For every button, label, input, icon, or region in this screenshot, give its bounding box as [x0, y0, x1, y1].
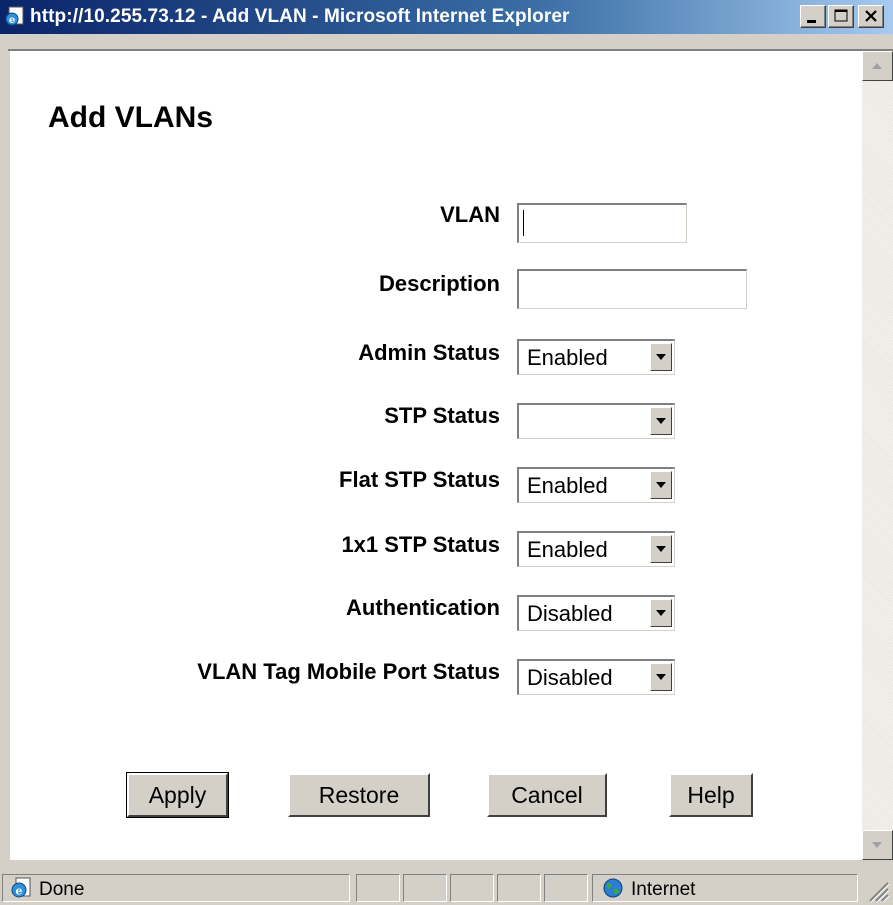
flat-stp-status-value: Enabled: [527, 473, 608, 498]
dropdown-arrow-icon[interactable]: [650, 343, 672, 371]
flat-stp-status-label: Flat STP Status: [339, 467, 500, 492]
resize-grip-icon[interactable]: [866, 879, 890, 905]
cancel-button[interactable]: Cancel: [487, 773, 607, 817]
authentication-select[interactable]: Disabled: [517, 595, 675, 631]
scroll-down-arrow-icon: [872, 842, 882, 848]
close-button[interactable]: [858, 5, 884, 28]
dropdown-arrow-icon[interactable]: [650, 471, 672, 499]
description-label: Description: [378, 271, 500, 296]
svg-text:e: e: [9, 15, 15, 26]
one-x-one-stp-status-select[interactable]: Enabled: [517, 531, 675, 567]
status-text: Done: [39, 879, 85, 900]
browser-window: e http://10.255.73.12 - Add VLAN - Micro…: [0, 0, 893, 905]
help-button[interactable]: Help: [669, 773, 753, 817]
title-bar[interactable]: e http://10.255.73.12 - Add VLAN - Micro…: [0, 0, 893, 34]
status-bar: e Done Internet: [0, 871, 893, 905]
window-title: http://10.255.73.12 - Add VLAN - Microso…: [30, 6, 570, 27]
dropdown-arrow-icon[interactable]: [650, 535, 672, 563]
security-zone-pane: Internet: [592, 874, 858, 902]
stp-status-select[interactable]: [517, 403, 675, 439]
ie-page-done-icon: e: [9, 877, 33, 904]
status-pane: [356, 874, 400, 902]
globe-icon: [601, 877, 625, 904]
status-pane: [544, 874, 588, 902]
ie-page-icon: e: [4, 5, 26, 27]
maximize-button[interactable]: [828, 5, 854, 28]
vlan-tag-mobile-port-status-value: Disabled: [527, 665, 613, 690]
admin-status-value: Enabled: [527, 345, 608, 370]
one-x-one-stp-status-value: Enabled: [527, 537, 608, 562]
svg-text:e: e: [16, 885, 23, 898]
text-cursor: [523, 210, 524, 236]
authentication-label: Authentication: [346, 595, 500, 620]
security-zone-text: Internet: [631, 879, 696, 900]
description-input[interactable]: [517, 269, 747, 309]
vertical-scrollbar[interactable]: [862, 51, 893, 860]
minimize-button[interactable]: [800, 5, 826, 28]
stp-status-label: STP Status: [384, 403, 500, 428]
status-pane: [403, 874, 447, 902]
apply-button[interactable]: Apply: [126, 772, 229, 818]
admin-status-select[interactable]: Enabled: [517, 339, 675, 375]
vlan-tag-mobile-port-status-label: VLAN Tag Mobile Port Status: [197, 659, 500, 684]
scroll-down-button[interactable]: [862, 830, 893, 860]
status-pane: [450, 874, 494, 902]
dropdown-arrow-icon[interactable]: [650, 407, 672, 435]
flat-stp-status-select[interactable]: Enabled: [517, 467, 675, 503]
scroll-up-arrow-icon: [872, 63, 882, 69]
dropdown-arrow-icon[interactable]: [650, 599, 672, 627]
authentication-value: Disabled: [527, 601, 613, 626]
vlan-label: VLAN: [440, 202, 500, 227]
admin-status-label: Admin Status: [358, 340, 500, 365]
page-content: Add VLANs VLAN Description Admin Status …: [10, 51, 862, 860]
one-x-one-stp-status-label: 1x1 STP Status: [341, 532, 500, 557]
status-pane-main: e Done: [2, 874, 350, 902]
page-title: Add VLANs: [48, 101, 213, 134]
vlan-tag-mobile-port-status-select[interactable]: Disabled: [517, 659, 675, 695]
status-pane: [497, 874, 541, 902]
restore-button[interactable]: Restore: [288, 773, 430, 817]
scroll-up-button[interactable]: [862, 51, 893, 81]
dropdown-arrow-icon[interactable]: [650, 663, 672, 691]
vlan-input[interactable]: [517, 203, 687, 243]
